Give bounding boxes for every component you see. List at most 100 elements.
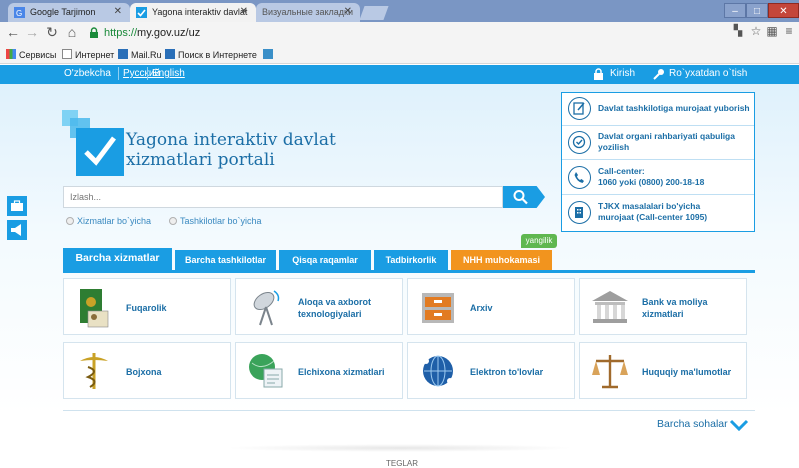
globe-network-icon bbox=[423, 355, 453, 387]
close-window-button[interactable]: ✕ bbox=[768, 3, 799, 18]
browser-tab-visual-bookmarks[interactable]: Визуальные закладки ✕ bbox=[256, 3, 360, 22]
tab-entrepreneurship[interactable]: Tadbirkorlik bbox=[374, 250, 448, 270]
close-icon[interactable]: ✕ bbox=[114, 6, 122, 17]
browser-tab-active[interactable]: Yagona interaktiv davlat ✕ bbox=[130, 3, 256, 22]
search-input[interactable] bbox=[63, 186, 503, 208]
tab-short-numbers[interactable]: Qisqa raqamlar bbox=[279, 250, 371, 270]
contact-text: Call-center: bbox=[598, 166, 645, 176]
scales-icon bbox=[592, 355, 628, 389]
service-card-legal[interactable]: Huquqiy ma'lumotlar bbox=[579, 342, 747, 399]
site-top-bar: O'zbekcha Русский English Kirish Ro`yxat… bbox=[0, 65, 799, 84]
globe-document-icon bbox=[249, 354, 283, 388]
page-icon bbox=[62, 49, 72, 59]
service-label: Fuqarolik bbox=[126, 302, 167, 313]
portal-title-line1: Yagona interaktiv davlat bbox=[126, 130, 336, 150]
back-arrow-icon[interactable]: ← bbox=[5, 24, 21, 40]
contact-text: yozilish bbox=[598, 142, 630, 152]
home-icon[interactable]: ⌂ bbox=[64, 24, 80, 40]
bookmark-services[interactable]: Сервисы bbox=[6, 49, 56, 60]
portal-title-line2: xizmatlari portali bbox=[126, 150, 275, 170]
minimize-button[interactable]: – bbox=[724, 3, 746, 18]
tabs-underline bbox=[63, 270, 755, 273]
service-card-embassy[interactable]: Elchixona xizmatlari bbox=[235, 342, 403, 399]
tab-label: Визуальные закладки bbox=[262, 7, 353, 17]
service-card-epayments[interactable]: Elektron to'lovlar bbox=[407, 342, 575, 399]
url-path: /uz bbox=[185, 27, 201, 39]
service-label: Huquqiy ma'lumotlar bbox=[642, 366, 732, 377]
all-areas-link[interactable]: Barcha sohalar bbox=[657, 418, 728, 430]
bookmarks-bar: Сервисы Интернет Mail.Ru Поиск в Интерне… bbox=[0, 46, 799, 64]
archive-cabinet-icon bbox=[422, 293, 454, 323]
close-icon[interactable]: ✕ bbox=[344, 6, 352, 17]
satellite-dish-icon bbox=[253, 290, 280, 326]
building-icon bbox=[568, 201, 591, 224]
reload-icon[interactable]: ↻ bbox=[44, 24, 60, 41]
service-card-telecom[interactable]: Aloqa va axborot texnologiyalari bbox=[235, 278, 403, 335]
login-link[interactable]: Kirish bbox=[610, 68, 635, 79]
contact-item-reception[interactable]: Davlat organi rahbariyati qabuliga yozili… bbox=[562, 127, 754, 160]
bookmark-search[interactable]: Поиск в Интернете bbox=[165, 49, 257, 60]
new-badge: yangilik bbox=[521, 234, 557, 248]
bookmark-extra[interactable] bbox=[263, 49, 276, 60]
translate-icon[interactable]: ▚ bbox=[730, 24, 746, 37]
service-label: Arxiv bbox=[470, 302, 493, 313]
edit-icon bbox=[568, 97, 591, 120]
lang-uzbek[interactable]: O'zbekcha bbox=[64, 68, 111, 79]
key-icon bbox=[653, 69, 664, 80]
extension-icon[interactable]: ▦ bbox=[764, 24, 780, 38]
bookmark-mailru[interactable]: Mail.Ru bbox=[118, 49, 162, 60]
service-label: Bank va moliya xizmatlari bbox=[642, 296, 708, 319]
side-briefcase-button[interactable] bbox=[7, 196, 27, 216]
tab-label: Google Tarjimon bbox=[30, 7, 96, 17]
contact-item-appeal[interactable]: Davlat tashkilotiga murojaat yuborish bbox=[562, 93, 754, 126]
close-icon[interactable]: ✕ bbox=[240, 6, 248, 17]
tab-all-services[interactable]: Barcha xizmatlar bbox=[63, 248, 172, 270]
contact-text: 1060 yoki (0800) 200-18-18 bbox=[598, 177, 705, 187]
svg-text:G: G bbox=[16, 9, 22, 18]
chevron-down-icon[interactable] bbox=[729, 419, 749, 431]
contact-text: Davlat tashkilotiga murojaat yuborish bbox=[598, 103, 750, 113]
search-icon bbox=[513, 190, 528, 205]
service-label: Elchixona xizmatlari bbox=[298, 366, 385, 377]
forward-arrow-icon[interactable]: → bbox=[24, 24, 40, 40]
radio-search-services[interactable]: Xizmatlar bo`yicha bbox=[66, 216, 151, 226]
url-host: my.gov.uz bbox=[137, 27, 186, 39]
search-icon bbox=[165, 49, 175, 59]
mailru-icon bbox=[118, 49, 128, 59]
side-megaphone-button[interactable] bbox=[7, 220, 27, 240]
service-label: Bojxona bbox=[126, 366, 162, 377]
maximize-button[interactable]: □ bbox=[746, 3, 768, 18]
apps-grid-icon bbox=[6, 49, 16, 59]
bank-icon bbox=[592, 291, 628, 323]
caduceus-icon bbox=[80, 353, 108, 389]
service-card-citizenship[interactable]: Fuqarolik bbox=[63, 278, 231, 335]
service-label: Elektron to'lovlar bbox=[470, 366, 544, 377]
menu-icon[interactable]: ≡ bbox=[781, 24, 797, 38]
url-field[interactable]: https://my.gov.uz/uz bbox=[86, 24, 716, 43]
contact-item-call-center[interactable]: Call-center: 1060 yoki (0800) 200-18-18 bbox=[562, 162, 754, 195]
portal-logo[interactable] bbox=[62, 106, 124, 178]
service-card-customs[interactable]: Bojxona bbox=[63, 342, 231, 399]
url-scheme: https:// bbox=[104, 27, 138, 39]
search-button[interactable] bbox=[503, 186, 545, 208]
megaphone-icon bbox=[11, 224, 21, 236]
tab-nhh-discussion[interactable]: NHH muhokamasi bbox=[451, 250, 552, 270]
google-translate-icon: G bbox=[14, 7, 25, 18]
lang-english[interactable]: English bbox=[152, 68, 185, 79]
footer-shadow bbox=[225, 444, 575, 452]
service-card-archive[interactable]: Arxiv bbox=[407, 278, 575, 335]
portal-title: Yagona interaktiv davlat xizmatlari port… bbox=[126, 130, 336, 170]
service-card-bank[interactable]: Bank va moliya xizmatlari bbox=[579, 278, 747, 335]
tab-all-organizations[interactable]: Barcha tashkilotlar bbox=[175, 250, 276, 270]
tab-label: Yagona interaktiv davlat bbox=[152, 7, 248, 17]
radio-dot-icon bbox=[169, 217, 177, 225]
browser-tab-google-translate[interactable]: G Google Tarjimon ✕ bbox=[8, 3, 130, 22]
star-icon[interactable]: ☆ bbox=[748, 24, 764, 38]
new-tab-button[interactable] bbox=[359, 6, 389, 20]
contact-text: TJKX masalalari bo'yicha bbox=[598, 201, 701, 211]
bookmark-internet[interactable]: Интернет bbox=[62, 49, 114, 60]
contact-item-tjkx[interactable]: TJKX masalalari bo'yicha murojaat (Call-c… bbox=[562, 197, 754, 230]
radio-search-organizations[interactable]: Tashkilotlar bo`yicha bbox=[169, 216, 262, 226]
search-bar bbox=[63, 186, 545, 208]
register-link[interactable]: Ro`yxatdan o`tish bbox=[669, 68, 747, 79]
